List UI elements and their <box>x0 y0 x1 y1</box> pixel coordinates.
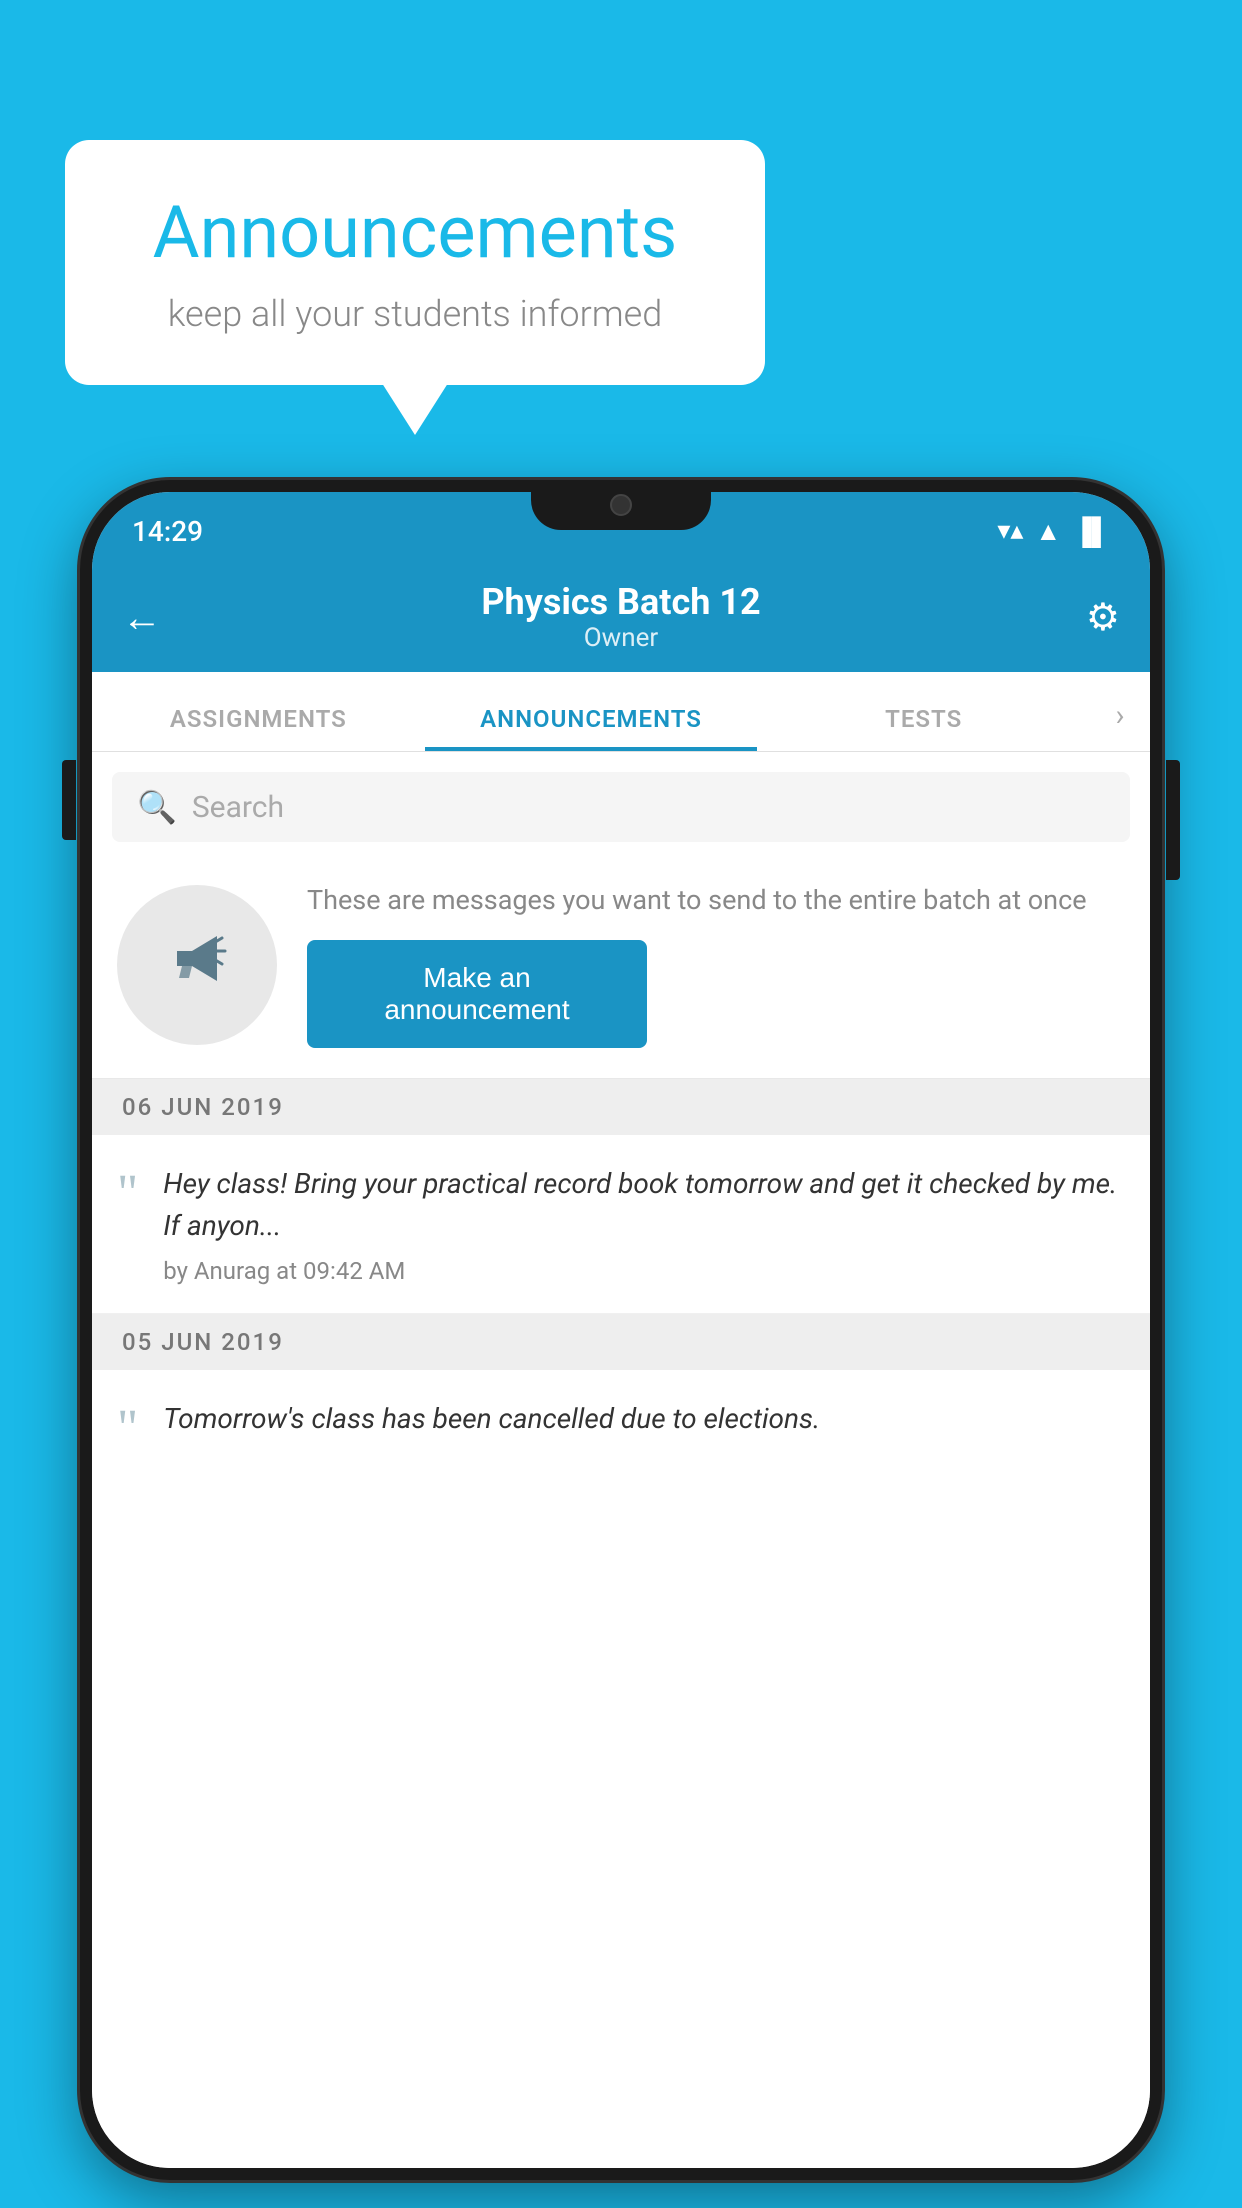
app-bar-title-block: Physics Batch 12 Owner <box>182 581 1060 653</box>
app-bar-subtitle: Owner <box>182 623 1060 653</box>
phone-wrapper: 14:29 ▾▴ ▲ ▐▌ ← Physics Batch 12 Owner ⚙… <box>80 480 1162 2180</box>
search-placeholder: Search <box>192 790 284 825</box>
status-icons: ▾▴ ▲ ▐▌ <box>997 516 1110 547</box>
speech-bubble-title: Announcements <box>125 190 705 275</box>
phone-notch <box>531 480 711 530</box>
make-announcement-button[interactable]: Make an announcement <box>307 940 647 1048</box>
app-bar: ← Physics Batch 12 Owner ⚙ <box>92 562 1150 672</box>
search-icon: 🔍 <box>137 788 177 826</box>
date-separator-2: 05 JUN 2019 <box>92 1314 1150 1370</box>
battery-icon: ▐▌ <box>1073 516 1110 547</box>
announcement-item-2: " Tomorrow's class has been cancelled du… <box>92 1370 1150 1483</box>
speech-bubble: Announcements keep all your students inf… <box>65 140 765 385</box>
announcement-message-1: Hey class! Bring your practical record b… <box>163 1163 1125 1247</box>
tab-tests[interactable]: TESTS <box>757 705 1090 751</box>
announcement-author-1: by Anurag at 09:42 AM <box>163 1257 1125 1285</box>
promo-description: These are messages you want to send to t… <box>307 882 1087 920</box>
content-area: 🔍 Search <box>92 752 1150 2168</box>
tab-announcements[interactable]: ANNOUNCEMENTS <box>425 705 758 751</box>
promo-text-block: These are messages you want to send to t… <box>307 882 1087 1048</box>
announcement-promo: These are messages you want to send to t… <box>92 852 1150 1079</box>
app-bar-title: Physics Batch 12 <box>182 581 1060 623</box>
tab-more[interactable]: › <box>1090 698 1150 751</box>
quote-icon-2: " <box>117 1403 138 1455</box>
back-button[interactable]: ← <box>122 594 182 641</box>
signal-icon: ▲ <box>1035 516 1061 547</box>
search-bar[interactable]: 🔍 Search <box>112 772 1130 842</box>
wifi-icon: ▾▴ <box>997 516 1023 546</box>
announcement-text-2: Tomorrow's class has been cancelled due … <box>163 1398 1125 1450</box>
announcement-message-2: Tomorrow's class has been cancelled due … <box>163 1398 1125 1440</box>
megaphone-icon <box>157 916 237 1014</box>
announcement-text-1: Hey class! Bring your practical record b… <box>163 1163 1125 1285</box>
speech-bubble-wrapper: Announcements keep all your students inf… <box>65 140 765 385</box>
tabs-bar: ASSIGNMENTS ANNOUNCEMENTS TESTS › <box>92 672 1150 752</box>
front-camera <box>610 494 632 516</box>
announcement-item-1: " Hey class! Bring your practical record… <box>92 1135 1150 1314</box>
phone-screen: 14:29 ▾▴ ▲ ▐▌ ← Physics Batch 12 Owner ⚙… <box>92 492 1150 2168</box>
speech-bubble-subtitle: keep all your students informed <box>125 293 705 335</box>
quote-icon-1: " <box>117 1168 138 1220</box>
status-time: 14:29 <box>132 515 203 548</box>
phone-outer: 14:29 ▾▴ ▲ ▐▌ ← Physics Batch 12 Owner ⚙… <box>80 480 1162 2180</box>
tab-assignments[interactable]: ASSIGNMENTS <box>92 705 425 751</box>
date-separator-1: 06 JUN 2019 <box>92 1079 1150 1135</box>
settings-button[interactable]: ⚙ <box>1060 595 1120 640</box>
promo-icon-circle <box>117 885 277 1045</box>
